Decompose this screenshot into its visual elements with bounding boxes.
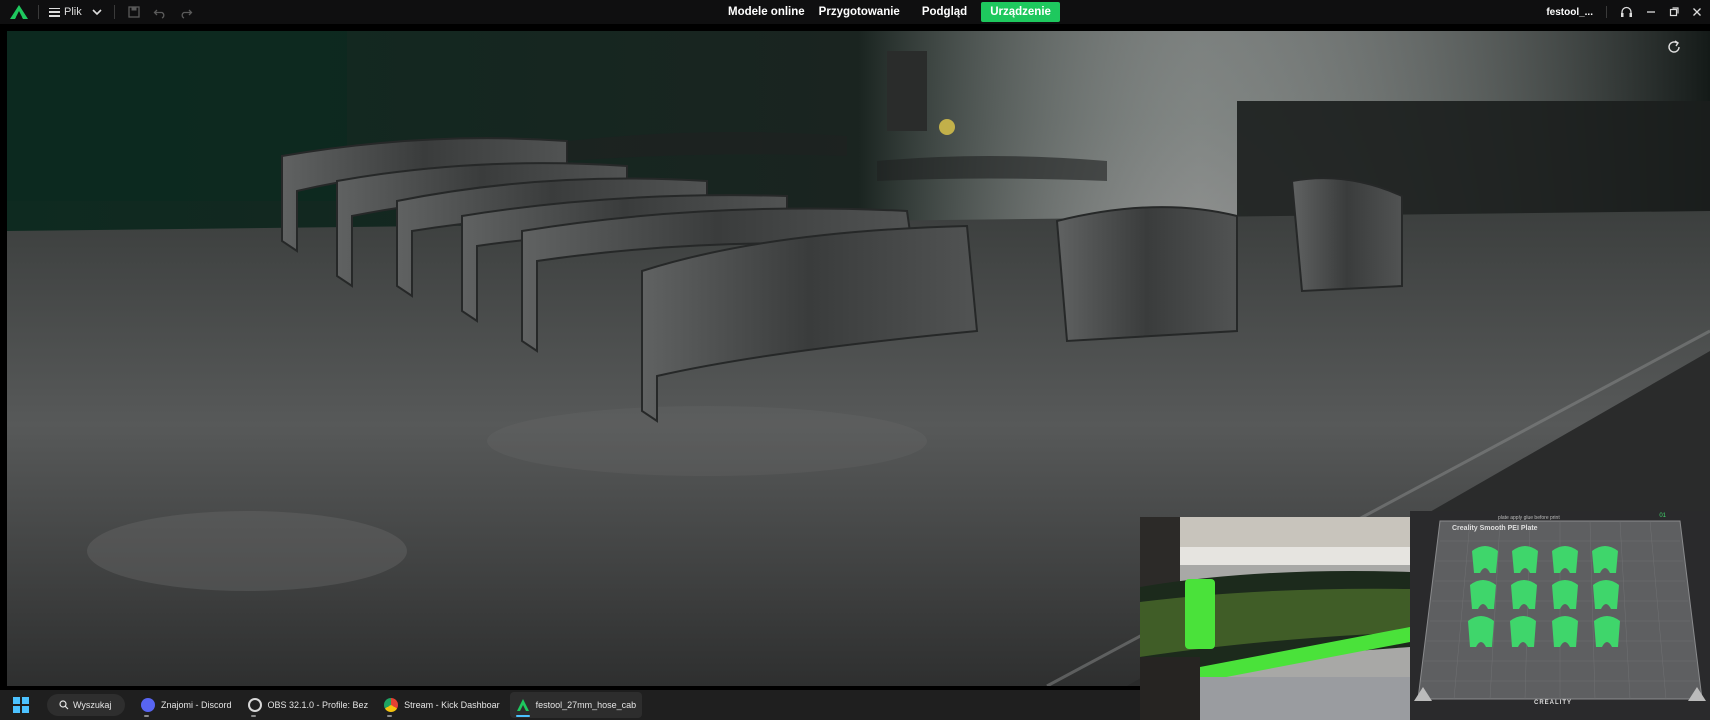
- start-button[interactable]: [13, 697, 29, 713]
- hamburger-menu-icon: [49, 7, 60, 17]
- file-menu-button[interactable]: Plik: [49, 6, 82, 18]
- chrome-icon: [384, 698, 399, 712]
- active-indicator: [515, 715, 530, 717]
- title-divider: [1606, 6, 1607, 18]
- taskbar-item-creality-print[interactable]: festool_27mm_hose_cab: [509, 692, 643, 718]
- taskbar-item-label: festool_27mm_hose_cab: [535, 700, 637, 710]
- app-title-bar: Plik Modele online Przygotowanie Podgląd…: [0, 0, 1710, 24]
- save-icon[interactable]: [127, 5, 141, 19]
- tab-online-models[interactable]: Modele online: [722, 2, 811, 22]
- toolbar-divider: [113, 5, 115, 19]
- tab-preview[interactable]: Podgląd: [916, 2, 973, 22]
- plate-brand-label: CREALITY: [1534, 700, 1572, 706]
- webcam-image: [1140, 517, 1410, 720]
- minimize-icon[interactable]: [1646, 7, 1656, 17]
- toolbar-divider: [38, 5, 39, 19]
- headset-support-icon[interactable]: [1620, 6, 1633, 18]
- taskbar-item-discord[interactable]: Znajomi - Discord: [135, 692, 238, 718]
- running-indicator: [387, 715, 393, 717]
- tab-prepare[interactable]: Przygotowanie: [813, 2, 906, 22]
- taskbar-search[interactable]: Wyszukaj: [47, 694, 125, 716]
- redo-icon[interactable]: [179, 5, 193, 19]
- running-indicator: [250, 715, 256, 717]
- running-indicator: [144, 715, 149, 717]
- taskbar-item-chrome[interactable]: Stream - Kick Dashboar: [378, 692, 506, 718]
- main-navigation-tabs: Modele online Przygotowanie Podgląd Urzą…: [722, 2, 1060, 22]
- webcam-overlay: [1140, 517, 1410, 720]
- tab-device[interactable]: Urządzenie: [981, 2, 1060, 22]
- app-logo-icon: [10, 5, 28, 19]
- refresh-stream-icon[interactable]: [1666, 39, 1682, 55]
- search-label: Wyszukaj: [73, 700, 112, 710]
- maximize-icon[interactable]: [1669, 7, 1679, 17]
- discord-icon: [141, 698, 155, 712]
- plate-number: 01: [1659, 513, 1666, 519]
- build-plate-preview: plate apply glue before print 01 Crealit…: [1410, 511, 1710, 720]
- search-icon: [59, 700, 69, 710]
- window-controls: festool_...: [1546, 0, 1702, 24]
- plate-hint-text: plate apply glue before print: [1498, 515, 1560, 521]
- plate-type-label: Creality Smooth PEI Plate: [1452, 525, 1538, 532]
- taskbar-item-label: Znajomi - Discord: [161, 700, 232, 710]
- chevron-down-icon[interactable]: [90, 5, 104, 19]
- file-menu-label: Plik: [64, 6, 82, 18]
- undo-icon[interactable]: [153, 5, 167, 19]
- plate-grid-image: [1410, 511, 1710, 720]
- project-name: festool_...: [1546, 6, 1593, 18]
- creality-print-icon: [516, 699, 529, 711]
- taskbar-item-label: OBS 32.1.0 - Profile: Bez: [267, 700, 369, 710]
- windows-taskbar: Wyszukaj Znajomi - Discord OBS 32.1.0 - …: [0, 690, 1140, 720]
- obs-icon: [247, 698, 262, 712]
- close-icon[interactable]: [1692, 7, 1702, 17]
- taskbar-item-label: Stream - Kick Dashboar: [404, 700, 500, 710]
- taskbar-item-obs[interactable]: OBS 32.1.0 - Profile: Bez: [242, 692, 375, 718]
